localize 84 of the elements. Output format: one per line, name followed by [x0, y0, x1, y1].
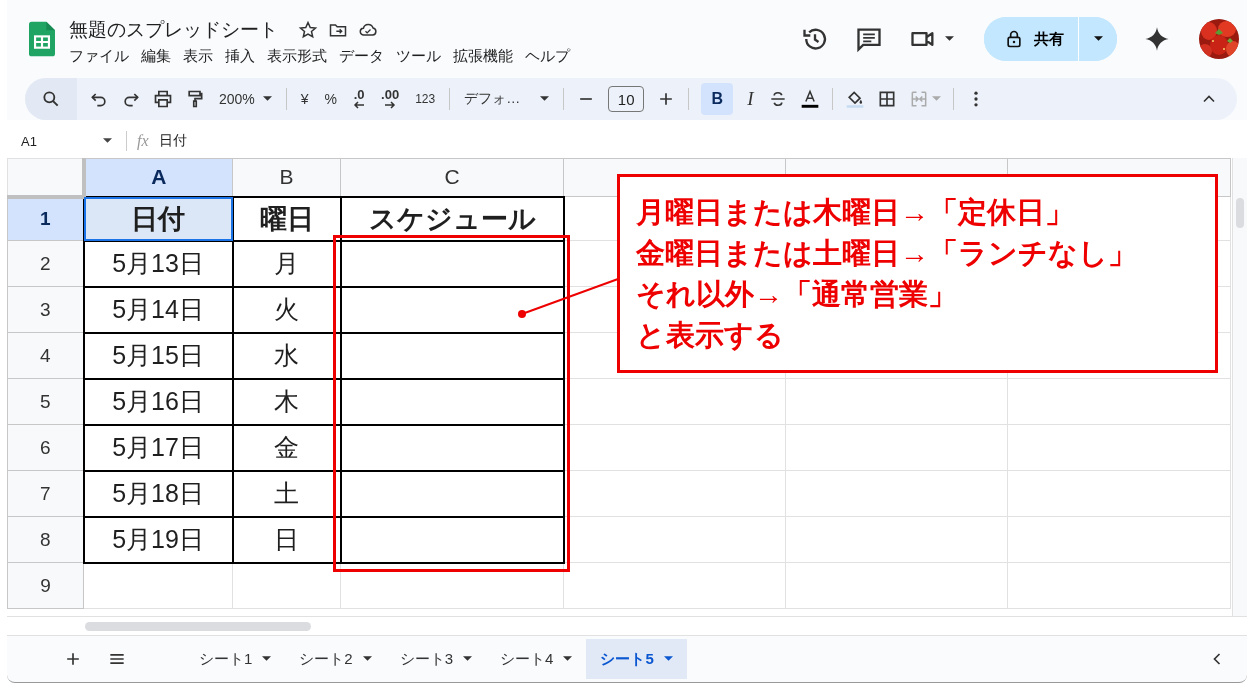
caret-icon[interactable] [103, 138, 112, 144]
text-color-icon[interactable] [799, 89, 820, 109]
row-header[interactable]: 6 [7, 424, 84, 471]
sheet-tab[interactable]: シート1 [185, 639, 286, 679]
row-header[interactable]: 5 [7, 378, 84, 425]
table-cell: 5月18日 [83, 470, 233, 517]
name-box[interactable]: A1 [21, 133, 93, 149]
menu-item[interactable]: 挿入 [225, 46, 255, 66]
column-header[interactable]: A [83, 158, 233, 197]
document-title[interactable]: 無題のスプレッドシート [69, 16, 278, 43]
menu-item[interactable]: 表示形式 [267, 46, 327, 66]
arrow-right-icon [384, 101, 397, 109]
caret-icon [262, 96, 272, 102]
caret-icon [463, 656, 473, 662]
sheet-tab[interactable]: シート3 [385, 639, 487, 679]
table-cell: 火 [232, 286, 341, 333]
caret-icon [563, 656, 573, 662]
share-button[interactable]: 共有 [984, 17, 1079, 61]
menu-item[interactable]: ツール [396, 46, 441, 66]
table-cell: 5月19日 [83, 516, 233, 563]
formula-field[interactable]: 日付 [158, 132, 187, 150]
percent-button[interactable]: % [322, 83, 340, 115]
row-header[interactable]: 2 [7, 240, 84, 287]
menu-item[interactable]: 拡張機能 [453, 46, 513, 66]
table-cell: 月 [232, 240, 341, 287]
column-header[interactable]: B [232, 158, 341, 197]
bold-button[interactable]: B [701, 83, 734, 115]
caret-icon[interactable] [945, 36, 954, 42]
number-format-button[interactable]: 123 [413, 83, 438, 115]
row-header[interactable]: 9 [7, 562, 84, 609]
caret-icon [663, 656, 673, 662]
row-header[interactable]: 1 [7, 196, 84, 241]
table-cell: スケジュール [340, 196, 564, 241]
caret-icon [362, 656, 372, 662]
sheets-logo-icon[interactable] [29, 21, 55, 57]
menu-item[interactable]: ヘルプ [525, 46, 570, 66]
lock-icon [1004, 29, 1024, 49]
increase-decimal-button[interactable]: .00 [379, 83, 402, 115]
arrow-left-icon [353, 101, 366, 109]
print-icon[interactable] [153, 89, 173, 109]
zoom-dropdown[interactable]: 200% [217, 83, 274, 115]
fill-color-icon[interactable] [844, 89, 865, 109]
currency-button[interactable]: ¥ [298, 83, 311, 115]
row-header[interactable]: 4 [7, 332, 84, 379]
callout-text: 金曜日または土曜日→「ランチなし」 [636, 235, 1138, 271]
menu-item[interactable]: 編集 [141, 46, 171, 66]
menu-item[interactable]: 表示 [183, 46, 213, 66]
sheet-tab[interactable]: シート2 [285, 639, 386, 679]
table-cell: 日付 [83, 196, 233, 241]
caret-icon [1093, 36, 1103, 42]
caret-icon [540, 96, 550, 102]
vertical-scrollbar[interactable] [1236, 198, 1244, 228]
callout-text: と表示する [636, 317, 785, 353]
table-cell: 5月17日 [83, 424, 233, 471]
decrease-decimal-button[interactable]: .0 [351, 83, 368, 115]
paint-format-icon[interactable] [185, 89, 205, 109]
menu-item[interactable]: データ [339, 46, 384, 66]
caret-icon [262, 656, 272, 662]
callout-text: それ以外→「通常営業」 [636, 276, 958, 312]
row-header[interactable]: 3 [7, 286, 84, 333]
sheet-tab[interactable]: シート5 [586, 639, 687, 679]
italic-button[interactable]: I [745, 83, 756, 115]
table-cell: 5月16日 [83, 378, 233, 425]
table-cell: 木 [232, 378, 341, 425]
horizontal-scrollbar[interactable] [85, 621, 311, 631]
table-cell: 5月15日 [83, 332, 233, 379]
table-cell: 金 [232, 424, 341, 471]
column-header[interactable]: C [340, 158, 564, 197]
star-icon[interactable] [298, 19, 318, 40]
table-cell: 5月13日 [83, 240, 233, 287]
table-cell: 5月14日 [83, 286, 233, 333]
font-size-field[interactable]: 10 [608, 86, 645, 112]
table-cell: 水 [232, 332, 341, 379]
sheet-tab[interactable]: シート4 [486, 639, 587, 679]
callout-text: 月曜日または木曜日→「定休日」 [636, 194, 1075, 230]
menu-item[interactable]: ファイル [69, 46, 129, 66]
row-header[interactable]: 8 [7, 516, 84, 563]
table-cell: 日 [232, 516, 341, 563]
table-cell: 曜日 [232, 196, 341, 241]
table-cell: 土 [232, 470, 341, 517]
font-dropdown[interactable]: デフォ… [462, 83, 552, 115]
search-icon[interactable] [41, 89, 61, 109]
row-header[interactable]: 7 [7, 470, 84, 517]
formula-icon: fx [137, 132, 149, 150]
